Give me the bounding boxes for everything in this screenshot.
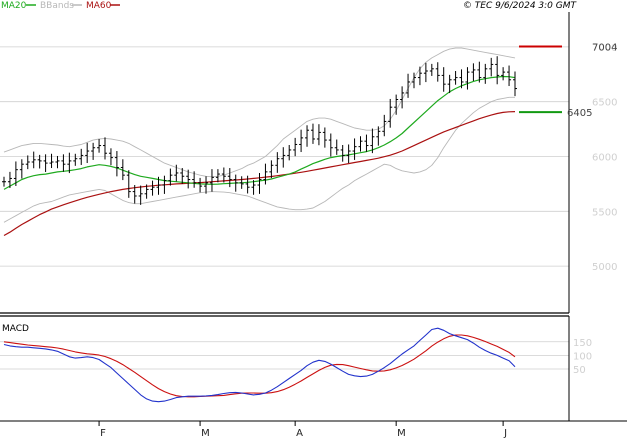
macd-line: [3, 327, 516, 403]
chart-credit: © TEC 9/6/2024 3:0 GMT: [463, 1, 578, 11]
macd-y-tick-label: 100: [573, 351, 592, 362]
resistance-label: 7004: [592, 42, 617, 53]
price-grid: [0, 46, 569, 267]
month-tick-label: M: [201, 428, 210, 439]
ma20-line: [3, 75, 516, 190]
ma20-path: [3, 75, 516, 190]
macd-title: MACD: [2, 324, 29, 334]
macd-signal-path: [3, 334, 516, 398]
month-ticks: FMAMJ: [98, 421, 507, 439]
legend-bbands-label: BBands: [40, 1, 74, 11]
macd-y-tick-label: 150: [573, 338, 592, 349]
macd-grid: [0, 341, 569, 370]
time-axis: FMAMJ: [0, 420, 627, 439]
price-y-tick-labels: 70006500600055005000: [592, 43, 617, 273]
macd-y-tick-labels: 150 100 50: [573, 338, 592, 376]
month-tick-label: J: [503, 428, 507, 439]
month-tick-label: A: [296, 428, 303, 439]
legend-ma20-label: MA20: [1, 1, 27, 11]
month-tick-label: M: [397, 428, 406, 439]
macd-y-tick-label: 50: [573, 365, 586, 376]
macd-panel: MACD 150 100 50: [0, 315, 592, 421]
price-panel: 70006500600055005000 7004 6405: [0, 12, 617, 314]
price-y-tick-label: 6500: [592, 98, 617, 109]
price-y-tick-label: 5500: [592, 207, 617, 218]
legend-ma60-label: MA60: [86, 1, 112, 11]
macd-path: [3, 327, 516, 403]
price-bars: [2, 56, 517, 205]
legend: MA20 BBands MA60: [1, 1, 120, 11]
price-y-tick-label: 5000: [592, 262, 617, 273]
chart-stage: 70006500600055005000 7004 6405 MA20 BBan…: [0, 1, 627, 439]
price-y-tick-label: 6000: [592, 153, 617, 164]
month-tick-label: F: [100, 428, 106, 439]
support-label: 6405: [567, 108, 592, 119]
macd-signal-line: [3, 334, 516, 398]
